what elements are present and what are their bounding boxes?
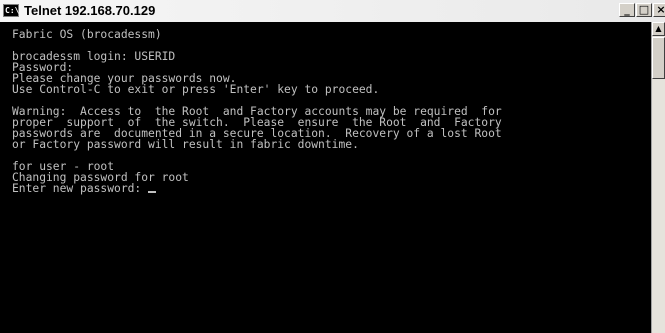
console-icon[interactable]: C:\	[3, 4, 19, 17]
terminal-area[interactable]: Fabric OS (brocadessm) brocadessm login: …	[0, 22, 651, 333]
scroll-thumb[interactable]	[652, 37, 665, 79]
window-title: Telnet 192.168.70.129	[24, 3, 156, 18]
maximize-button[interactable]: □	[636, 3, 652, 17]
vertical-scrollbar[interactable]: ▲	[651, 22, 665, 333]
console-icon-glyph: C:\	[5, 6, 20, 15]
minimize-button[interactable]: _	[619, 3, 635, 17]
scroll-up-arrow-icon[interactable]: ▲	[652, 22, 665, 36]
terminal-line: Fabric OS (brocadessm)	[12, 28, 162, 41]
password-prompt: Enter new password:	[12, 182, 149, 195]
terminal-line: Use Control-C to exit or press 'Enter' k…	[12, 83, 380, 96]
text-cursor	[148, 191, 157, 193]
prompt-line[interactable]: Enter new password:	[12, 183, 502, 194]
close-button[interactable]: ×	[653, 3, 665, 17]
terminal-line: brocadessm login: USERID	[12, 50, 176, 63]
terminal-line: or Factory password will result in fabri…	[12, 138, 359, 151]
title-bar[interactable]: C:\ Telnet 192.168.70.129 _ □ ×	[0, 0, 665, 23]
terminal-output: Fabric OS (brocadessm) brocadessm login: …	[12, 29, 502, 194]
telnet-window: C:\ Telnet 192.168.70.129 _ □ × Fabric O…	[0, 0, 665, 333]
